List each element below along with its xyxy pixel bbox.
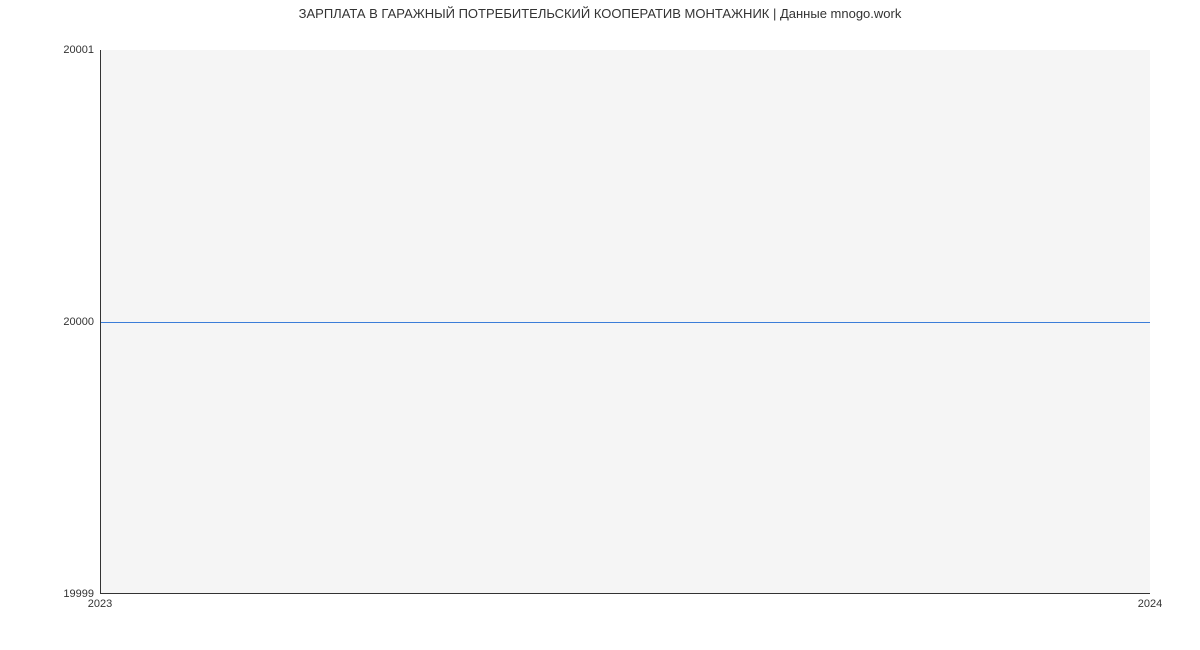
y-tick-label: 20001 — [4, 44, 94, 56]
series-line-salary — [101, 322, 1150, 323]
chart-title: ЗАРПЛАТА В ГАРАЖНЫЙ ПОТРЕБИТЕЛЬСКИЙ КООП… — [0, 6, 1200, 21]
x-tick-label: 2023 — [88, 598, 112, 610]
salary-line-chart: ЗАРПЛАТА В ГАРАЖНЫЙ ПОТРЕБИТЕЛЬСКИЙ КООП… — [0, 0, 1200, 620]
y-tick-label: 20000 — [4, 316, 94, 328]
y-tick-label: 19999 — [4, 588, 94, 600]
x-tick-label: 2024 — [1138, 598, 1162, 610]
plot-area — [100, 50, 1150, 594]
